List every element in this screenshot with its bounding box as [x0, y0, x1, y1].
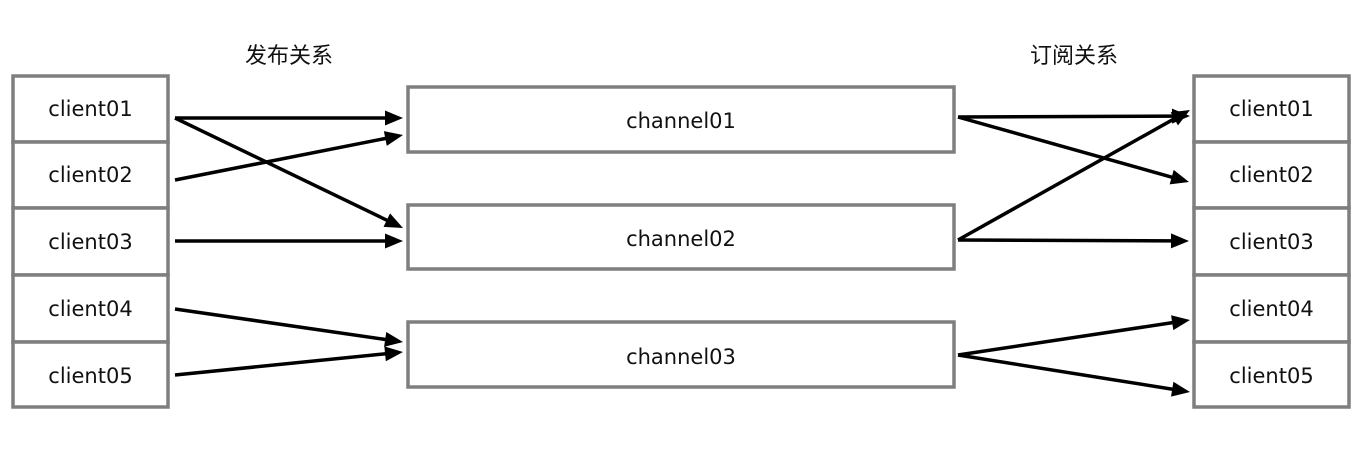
publisher-node: client03 — [11, 206, 170, 277]
subscriber-node-label: client01 — [1229, 97, 1313, 121]
publish-edge-line — [174, 116, 390, 223]
channel-node: channel03 — [406, 320, 956, 389]
publish-edge-line — [174, 307, 388, 342]
subscriber-node-label: client05 — [1229, 364, 1313, 388]
subscribe-edge-line — [957, 320, 1175, 357]
publish-edge — [175, 110, 403, 126]
subscribe-edge — [957, 110, 1190, 242]
publish-edge — [174, 307, 403, 347]
arrow-head-icon — [385, 110, 403, 126]
subscribe-edge-line — [957, 353, 1175, 392]
publisher-node-label: client04 — [48, 297, 132, 321]
subscribe-edge — [957, 233, 1189, 249]
subscribe-edge-line — [957, 114, 1175, 119]
publisher-node: client04 — [11, 273, 170, 344]
subscriber-node: client02 — [1192, 140, 1351, 210]
subscriber-node: client01 — [1192, 74, 1351, 144]
publisher-node: client05 — [11, 340, 170, 409]
subscribe-edge-line — [957, 238, 1174, 243]
publisher-node-label: client01 — [48, 97, 132, 121]
title-publish: 发布关系 — [245, 44, 333, 69]
channel-node: channel02 — [406, 203, 956, 271]
publisher-node-label: client02 — [48, 163, 132, 187]
arrow-head-icon — [1171, 381, 1190, 397]
subscribe-edge-line — [957, 116, 1177, 242]
subscriber-node: client05 — [1192, 340, 1351, 409]
channel-node-label: channel01 — [626, 109, 736, 133]
subscribe-edge — [957, 108, 1190, 124]
pubsub-diagram: 发布关系 订阅关系 client01 client02 client03 cli… — [11, 44, 1351, 409]
publisher-node-label: client03 — [48, 230, 132, 254]
arrow-head-icon — [1170, 233, 1189, 249]
channel-node: channel01 — [406, 85, 956, 154]
subscriber-node-label: client03 — [1229, 230, 1313, 254]
publisher-node-label: client05 — [48, 364, 132, 388]
channel-node-label: channel02 — [626, 227, 736, 251]
arrow-head-icon — [383, 131, 403, 146]
arrow-head-icon — [384, 346, 403, 362]
arrow-head-icon — [1171, 315, 1190, 331]
subscriber-node: client04 — [1192, 273, 1351, 344]
publisher-node: client02 — [11, 140, 170, 210]
arrow-head-icon — [385, 233, 403, 249]
publish-edge-line — [174, 351, 388, 377]
subscribe-edge-line — [957, 115, 1175, 180]
arrow-head-icon — [1169, 169, 1189, 185]
publisher-node: client01 — [11, 74, 170, 144]
subscriber-node-label: client02 — [1229, 163, 1313, 187]
publish-edge-line — [174, 136, 388, 182]
publish-edge — [175, 233, 403, 249]
subscriber-node: client03 — [1192, 206, 1351, 277]
arrow-head-icon — [384, 331, 403, 347]
subscribe-edge — [957, 315, 1190, 357]
subscriber-node-label: client04 — [1229, 297, 1313, 321]
subscribe-edge — [957, 353, 1190, 397]
title-subscribe: 订阅关系 — [1030, 44, 1118, 69]
publish-edge — [174, 346, 403, 377]
channel-node-label: channel03 — [626, 345, 736, 369]
